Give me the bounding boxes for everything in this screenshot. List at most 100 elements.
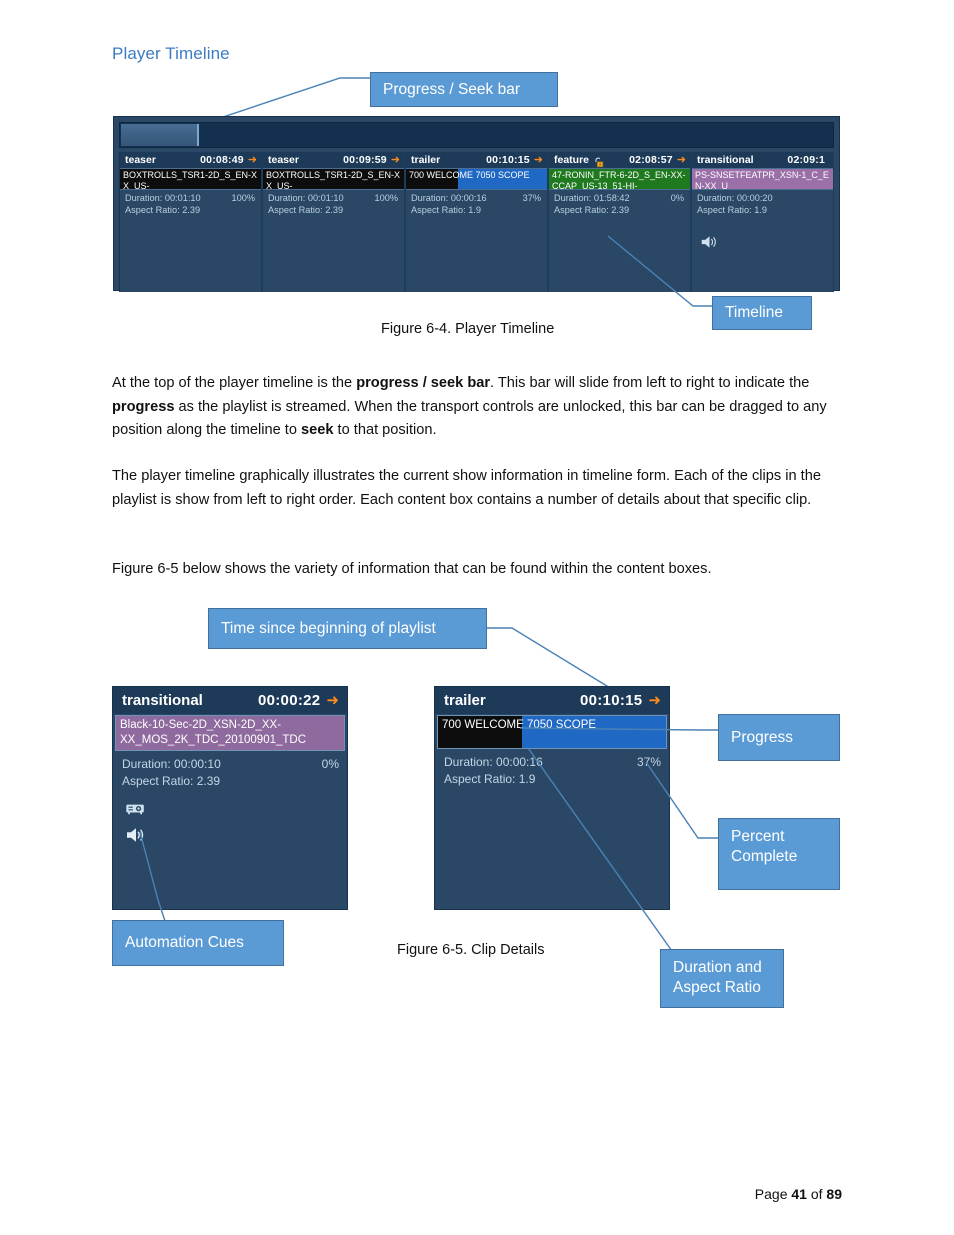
callout-percent-complete-line1: Percent — [731, 828, 785, 845]
clip-percent-label: 100% — [374, 193, 399, 203]
callout-duration-aspect-line2: Aspect Ratio — [673, 978, 761, 996]
clip-duration-label: Duration: 00:00:16 — [444, 755, 543, 769]
clip-content-name: 47-RONIN_FTR-6-2D_S_EN-XX- CCAP_US-13_51… — [552, 170, 686, 190]
arrow-right-icon: ➜ — [676, 153, 686, 166]
clip-duration-label: Duration: 00:00:20 — [697, 193, 773, 203]
clip-time-label: 00:00:22 — [257, 692, 321, 709]
clip-aspect-row: Aspect Ratio: 1.9 — [444, 771, 661, 788]
unlocked-padlock-icon[interactable] — [593, 155, 604, 167]
clip-aspect-label: Aspect Ratio: 2.39 — [268, 205, 344, 215]
callout-percent-complete: Percent Complete — [718, 818, 840, 890]
footer-middle: of — [806, 1186, 827, 1202]
page-footer: Page 41 of 89 — [755, 1186, 842, 1202]
footer-prefix: Page — [754, 1186, 792, 1202]
clip-detail-transitional[interactable]: transitional 00:00:22 ➜ Black-10-Sec-2D_… — [112, 686, 348, 910]
page-section-heading: Player Timeline — [112, 44, 230, 63]
clip-time-label: 00:10:15 — [486, 154, 530, 166]
clip-percent-label: 37% — [636, 755, 661, 769]
body-text: Figure 6-5 below shows the variety of in… — [112, 561, 712, 577]
clip-aspect-row: Aspect Ratio: 2.39 — [268, 204, 400, 216]
clip-content-band: 700 WELCOME 7050 SCOPE — [437, 715, 667, 749]
arrow-right-icon: ➜ — [648, 692, 661, 709]
clip-content-band: Black-10-Sec-2D_XSN-2D_XX- XX_MOS_2K_TDC… — [115, 715, 345, 751]
clip-metadata: Duration: 00:00:20 Aspect Ratio: 1.9 — [692, 190, 833, 216]
clip-percent-label: 37% — [522, 193, 541, 203]
paragraph-2: The player timeline graphically illustra… — [112, 465, 842, 512]
projector-icon[interactable] — [125, 802, 347, 821]
figure-6-4-caption: Figure 6-4. Player Timeline — [381, 321, 555, 337]
body-text: to that position. — [333, 422, 437, 439]
clip-header: teaser 00:08:49 ➜ — [120, 152, 261, 168]
clip-aspect-row: Aspect Ratio: 1.9 — [411, 204, 543, 216]
body-text: . This bar will slide from left to right… — [490, 375, 810, 391]
clip-automation-cues — [113, 790, 347, 849]
emphasis-text: progress / seek bar — [356, 375, 491, 391]
footer-total-pages: 89 — [826, 1186, 842, 1202]
clip-type-label: teaser — [125, 154, 156, 166]
clip-duration-row: Duration: 00:00:20 — [697, 192, 829, 204]
clip-content-band: 47-RONIN_FTR-6-2D_S_EN-XX- CCAP_US-13_51… — [549, 168, 690, 190]
timeline-clip[interactable]: feature 02:08:57 ➜ 47-RONIN_FTR-6-2D_S_E… — [548, 152, 691, 292]
paragraph-3: Figure 6-5 below shows the variety of in… — [112, 558, 842, 582]
clip-duration-row: Duration: 00:00:10 0% — [122, 756, 339, 773]
timeline-clip[interactable]: teaser 00:09:59 ➜ BOXTROLLS_TSR1-2D_S_EN… — [262, 152, 405, 292]
clip-content-band: PS-SNSETFEATPR_XSN-1_C_EN-XX_U GB_20_2K_… — [692, 168, 833, 190]
callout-progress: Progress — [718, 714, 840, 761]
clip-duration-label: Duration: 00:01:10 — [268, 193, 344, 203]
clip-content-band: BOXTROLLS_TSR1-2D_S_EN-XX_US- GB_51_2K_F… — [120, 168, 261, 190]
clip-content-band: 700 WELCOME 7050 SCOPE — [406, 168, 547, 190]
clip-aspect-label: Aspect Ratio: 2.39 — [554, 205, 630, 215]
timeline-clip[interactable]: transitional 02:09:1 PS-SNSETFEATPR_XSN-… — [691, 152, 834, 292]
callout-duration-aspect-line1: Duration and — [673, 959, 762, 976]
clip-aspect-row: Aspect Ratio: 2.39 — [554, 204, 686, 216]
speaker-icon[interactable] — [700, 234, 833, 255]
body-text: At the top of the player timeline is the — [112, 375, 357, 391]
speaker-icon[interactable] — [125, 826, 347, 849]
footer-page-number: 41 — [791, 1186, 807, 1202]
clip-time-label: 00:08:49 — [200, 154, 244, 166]
clip-content-name: BOXTROLLS_TSR1-2D_S_EN-XX_US- GB_51_2K_F… — [123, 170, 258, 190]
clip-aspect-row: Aspect Ratio: 2.39 — [122, 773, 339, 790]
progress-seek-bar-track[interactable] — [119, 122, 834, 148]
timeline-clip-list: teaser 00:08:49 ➜ BOXTROLLS_TSR1-2D_S_EN… — [119, 152, 834, 292]
clip-aspect-row: Aspect Ratio: 2.39 — [125, 204, 257, 216]
arrow-right-icon: ➜ — [326, 692, 339, 709]
clip-aspect-label: Aspect Ratio: 1.9 — [411, 205, 481, 215]
clip-duration-row: Duration: 00:01:10 100% — [125, 192, 257, 204]
clip-duration-row: Duration: 00:00:16 37% — [444, 754, 661, 771]
clip-metadata: Duration: 00:00:10 0% Aspect Ratio: 2.39 — [113, 751, 347, 790]
clip-time-label: 00:10:15 — [579, 692, 643, 709]
emphasis-text: seek — [301, 422, 334, 439]
progress-seek-bar-thumb[interactable] — [121, 124, 199, 146]
clip-header: transitional 00:00:22 ➜ — [113, 687, 347, 714]
timeline-clip[interactable]: trailer 00:10:15 ➜ 700 WELCOME 7050 SCOP… — [405, 152, 548, 292]
arrow-right-icon: ➜ — [533, 153, 543, 166]
clip-type-label: feature — [554, 154, 590, 166]
clip-detail-trailer[interactable]: trailer 00:10:15 ➜ 700 WELCOME 7050 SCOP… — [434, 686, 670, 910]
player-timeline-widget[interactable]: teaser 00:08:49 ➜ BOXTROLLS_TSR1-2D_S_EN… — [113, 116, 840, 292]
clip-time-label: 00:09:59 — [343, 154, 387, 166]
clip-aspect-row: Aspect Ratio: 1.9 — [697, 204, 829, 216]
timeline-clip[interactable]: teaser 00:08:49 ➜ BOXTROLLS_TSR1-2D_S_EN… — [119, 152, 262, 292]
clip-metadata: Duration: 00:00:16 37% Aspect Ratio: 1.9 — [435, 749, 669, 788]
clip-content-name: Black-10-Sec-2D_XSN-2D_XX- XX_MOS_2K_TDC… — [120, 719, 307, 746]
arrow-right-icon: ➜ — [247, 153, 257, 166]
figure-6-5-caption: Figure 6-5. Clip Details — [397, 942, 545, 958]
callout-percent-complete-line2: Complete — [731, 847, 798, 865]
callout-time-since-beginning: Time since beginning of playlist — [208, 608, 487, 649]
clip-content-name: 700 WELCOME 7050 SCOPE — [442, 719, 597, 731]
clip-percent-label: 100% — [231, 193, 256, 203]
clip-content-name: 700 WELCOME 7050 SCOPE — [409, 170, 530, 180]
clip-metadata: Duration: 00:01:10 100% Aspect Ratio: 2.… — [120, 190, 261, 216]
clip-type-label: teaser — [268, 154, 299, 166]
clip-header: teaser 00:09:59 ➜ — [263, 152, 404, 168]
clip-type-label: transitional — [122, 692, 203, 709]
clip-aspect-label: Aspect Ratio: 2.39 — [125, 205, 201, 215]
clip-type-label: trailer — [411, 154, 441, 166]
clip-aspect-label: Aspect Ratio: 1.9 — [444, 772, 536, 786]
clip-time-label: 02:09:1 — [787, 154, 825, 166]
clip-type-label: transitional — [697, 154, 754, 166]
clip-metadata: Duration: 00:01:10 100% Aspect Ratio: 2.… — [263, 190, 404, 216]
clip-header: trailer 00:10:15 ➜ — [406, 152, 547, 168]
clip-header: trailer 00:10:15 ➜ — [435, 687, 669, 714]
